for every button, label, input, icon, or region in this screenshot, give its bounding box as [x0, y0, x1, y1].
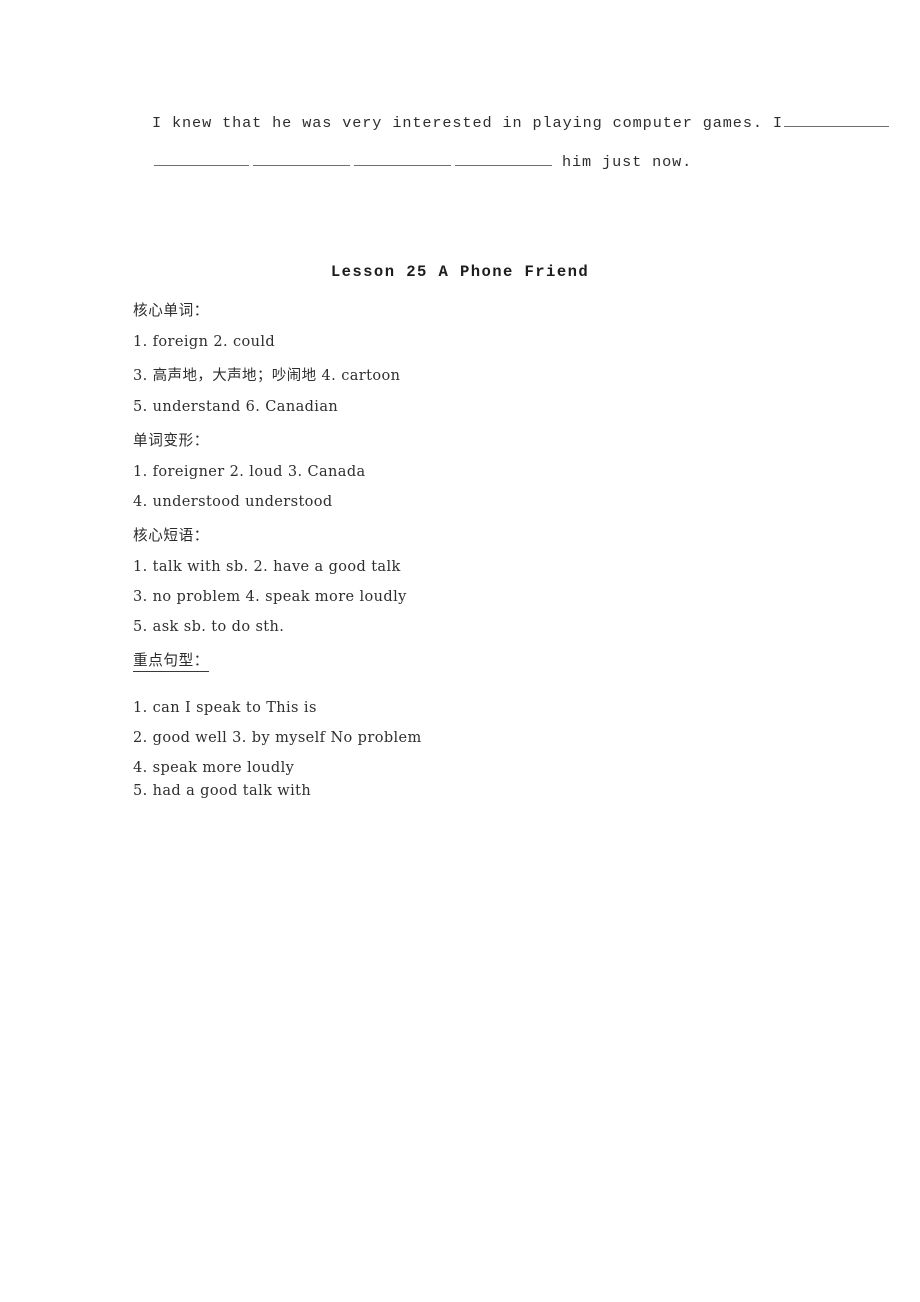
list-item: 2. good well 3. by myself No problem: [133, 730, 422, 746]
answer-blank[interactable]: [783, 112, 889, 127]
lesson-content: 核心单词： 1. foreign 2. could 3. 高声地，大声地；吵闹地…: [133, 299, 833, 806]
section-core-phrases: 核心短语： 1. talk with sb. 2. have a good ta…: [133, 524, 833, 635]
fill-in-blank-exercise: I knew that he was very interested in pl…: [152, 112, 889, 171]
list-item: 1. foreigner 2. loud 3. Canada: [133, 464, 366, 480]
section-core-vocabulary: 核心单词： 1. foreign 2. could 3. 高声地，大声地；吵闹地…: [133, 299, 833, 415]
section-heading: 单词变形：: [133, 432, 209, 449]
list-item: 5. ask sb. to do sth.: [133, 619, 285, 635]
document-page: I knew that he was very interested in pl…: [0, 0, 920, 1302]
section-heading: 核心短语：: [133, 527, 209, 544]
exercise-tail-text: him just now.: [562, 153, 693, 171]
list-item: 4. understood understood: [133, 494, 333, 510]
lesson-title: Lesson 25 A Phone Friend: [330, 263, 590, 281]
list-item: 1. can I speak to This is: [133, 700, 317, 716]
list-item: 3. no problem 4. speak more loudly: [133, 589, 407, 605]
exercise-line-1: I knew that he was very interested in pl…: [152, 112, 889, 132]
list-item: 5. had a good talk with: [133, 783, 312, 799]
section-heading: 核心单词：: [133, 302, 209, 319]
section-word-forms: 单词变形： 1. foreigner 2. loud 3. Canada 4. …: [133, 429, 833, 510]
answer-blank[interactable]: [455, 151, 552, 166]
list-item: 1. foreign 2. could: [133, 334, 276, 350]
answer-blank[interactable]: [154, 151, 249, 166]
exercise-sentence-text: I knew that he was very interested in pl…: [152, 114, 783, 132]
list-item: 3. 高声地，大声地；吵闹地 4. cartoon: [133, 368, 401, 384]
exercise-line-2: him just now.: [152, 151, 778, 171]
answer-blank[interactable]: [253, 151, 350, 166]
section-heading: 重点句型：: [133, 649, 209, 672]
list-item: 5. understand 6. Canadian: [133, 399, 339, 415]
section-heading-wrap: 重点句型：: [133, 649, 833, 686]
section-heading-wrap: 单词变形：: [133, 429, 833, 450]
section-heading-wrap: 核心单词：: [133, 299, 833, 320]
list-item: 4. speak more loudly: [133, 760, 295, 776]
answer-blank[interactable]: [354, 151, 451, 166]
list-item: 1. talk with sb. 2. have a good talk: [133, 559, 401, 575]
section-heading-wrap: 核心短语：: [133, 524, 833, 545]
section-key-sentence-patterns: 重点句型： 1. can I speak to This is 2. good …: [133, 649, 833, 799]
